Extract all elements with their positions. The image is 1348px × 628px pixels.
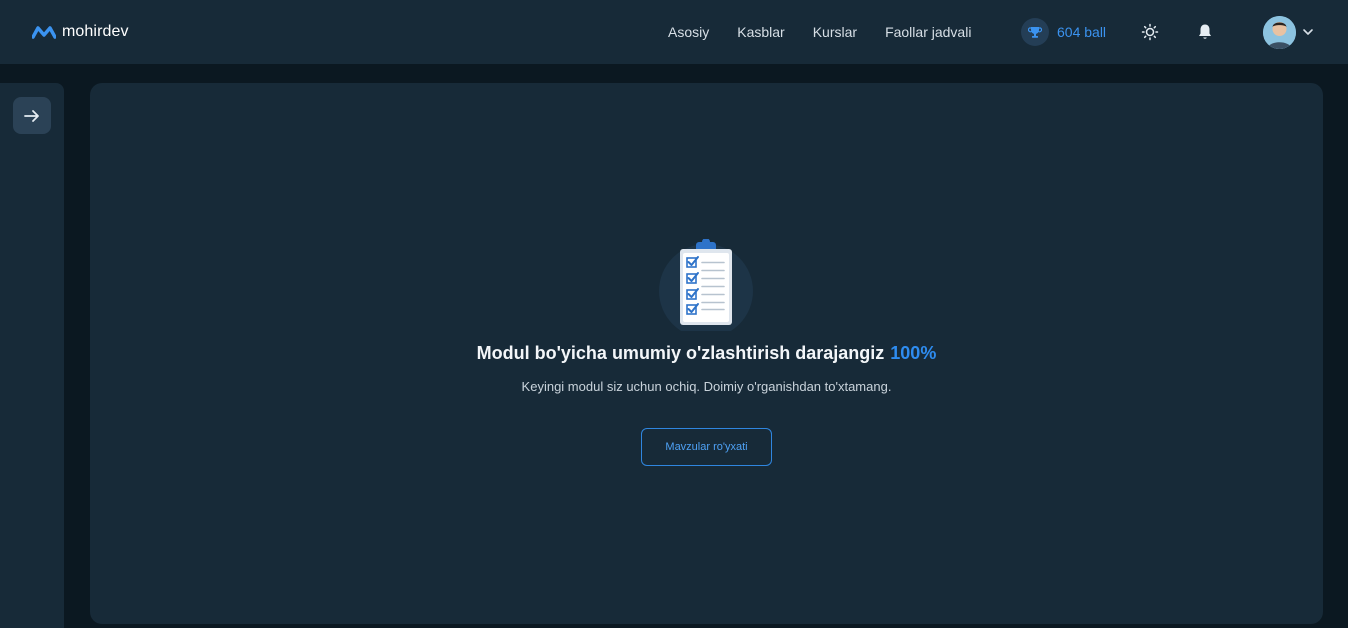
chevron-down-icon [1303,29,1313,35]
main-nav: Asosiy Kasblar Kurslar Faollar jadvali [668,0,971,64]
nav-item-asosiy[interactable]: Asosiy [668,24,709,40]
profile-menu[interactable] [1263,15,1314,49]
mastery-headline: Modul bo'yicha umumiy o'zlashtirish dara… [90,343,1323,364]
sidebar-toggle-button[interactable] [13,97,51,134]
sun-icon [1141,23,1159,41]
mastery-headline-text: Modul bo'yicha umumiy o'zlashtirish dara… [476,343,885,363]
theme-toggle-button[interactable] [1138,20,1162,44]
arrow-right-icon [24,109,39,122]
nav-item-kurslar[interactable]: Kurslar [813,24,857,40]
mastery-subtext: Keyingi modul siz uchun ochiq. Doimiy o'… [521,379,892,394]
topics-list-button[interactable]: Mavzular ro'yxati [641,428,772,466]
mastery-percent: 100% [890,343,937,363]
score-label: 604 ball [1057,24,1107,40]
bell-icon [1199,24,1211,39]
nav-item-faollar-jadvali[interactable]: Faollar jadvali [885,24,971,40]
score-indicator[interactable]: 604 ball [1021,18,1106,46]
sidebar [0,83,64,628]
logo[interactable]: mohirdev [32,22,129,42]
module-result-card: Modul bo'yicha umumiy o'zlashtirish dara… [90,83,1323,624]
top-navbar: mohirdev Asosiy Kasblar Kurslar Faollar … [0,0,1348,64]
logo-icon [32,26,56,39]
checklist-clipboard-icon [656,238,756,338]
logo-text: mohirdev [62,23,129,40]
nav-item-kasblar[interactable]: Kasblar [737,24,784,40]
trophy-icon [1021,18,1049,46]
avatar [1263,15,1296,49]
notifications-button[interactable] [1193,20,1217,44]
